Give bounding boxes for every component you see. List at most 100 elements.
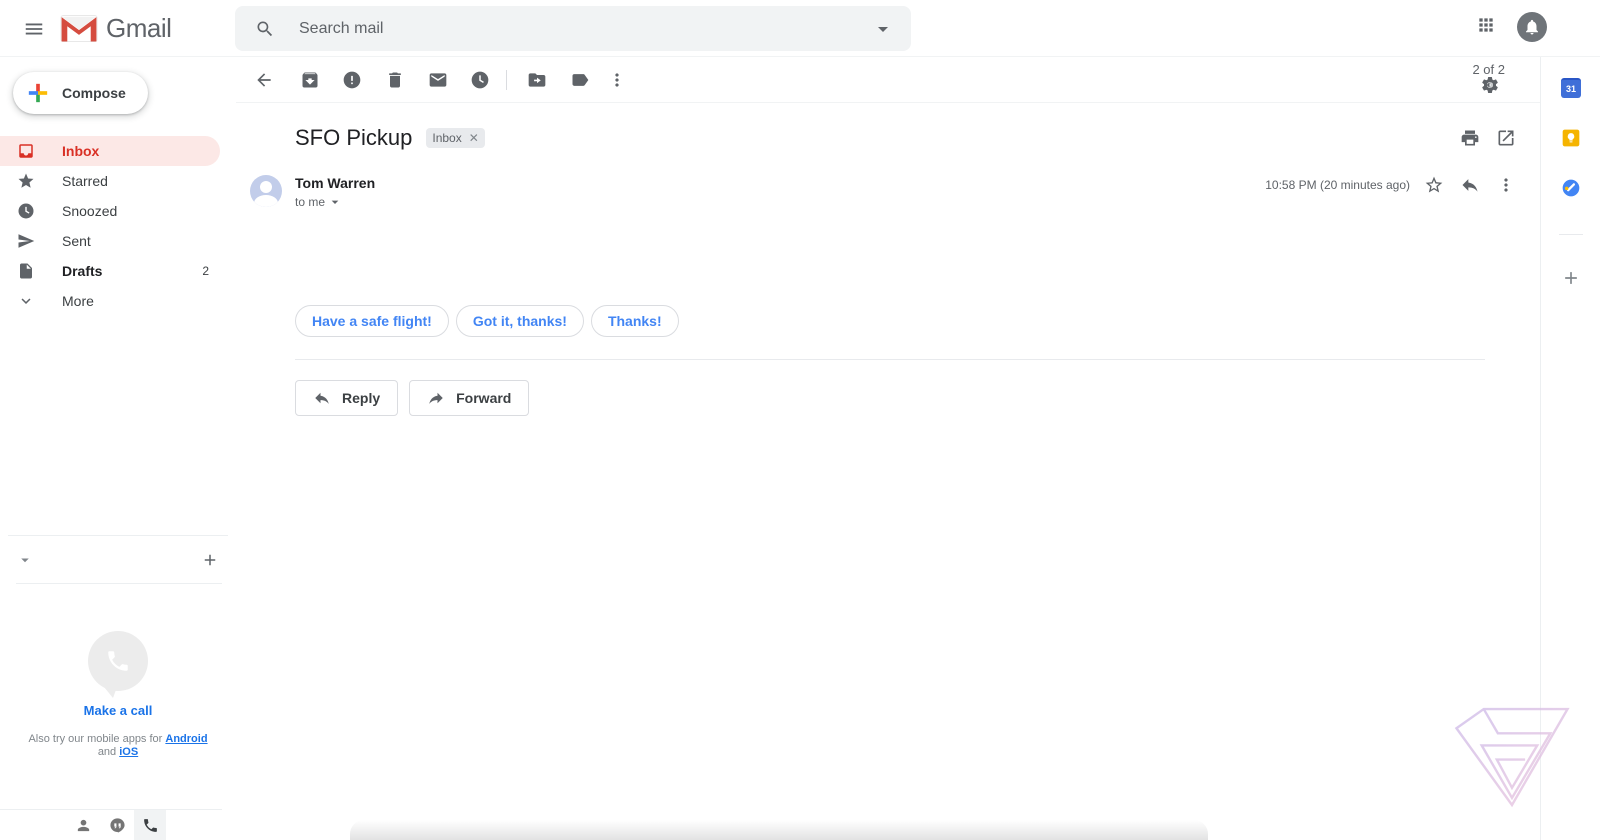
mobile-apps-note: Also try our mobile apps for Android and… <box>26 733 210 759</box>
avatar-silhouette <box>260 181 272 193</box>
sidebar-item-snoozed[interactable]: Snoozed <box>0 196 220 226</box>
app-name: Gmail <box>106 13 171 44</box>
toolbar-right-cluster: 2 of 2 <box>1472 62 1519 77</box>
addons-divider <box>1559 234 1583 235</box>
move-to-icon[interactable] <box>519 62 555 98</box>
reply-button[interactable]: Reply <box>295 380 398 416</box>
recipient-details-toggle[interactable]: to me <box>295 194 343 210</box>
calendar-icon[interactable]: 31 <box>1561 78 1581 98</box>
drafts-count-badge: 2 <box>202 264 209 278</box>
sender-avatar[interactable] <box>250 175 282 207</box>
gmail-envelope-icon <box>60 14 98 43</box>
search-bar[interactable] <box>235 6 911 51</box>
draft-icon <box>17 262 35 280</box>
new-conversation-plus-icon[interactable] <box>198 548 222 572</box>
voice-call-balloon-icon <box>88 631 148 691</box>
ios-link[interactable]: iOS <box>119 746 138 758</box>
subject-actions <box>1452 120 1524 156</box>
settings-gear-icon[interactable] <box>1472 67 1508 103</box>
message-meta: 10:58 PM (20 minutes ago) <box>1265 167 1524 203</box>
reply-button-label: Reply <box>342 390 380 406</box>
inbox-label-chip[interactable]: Inbox ✕ <box>426 128 484 148</box>
compose-button[interactable]: Compose <box>13 72 148 114</box>
message-footer-divider <box>295 359 1485 360</box>
clock-icon <box>17 202 35 220</box>
archive-icon[interactable] <box>292 62 328 98</box>
star-message-icon[interactable] <box>1416 167 1452 203</box>
contacts-tab-person-icon[interactable] <box>67 810 99 840</box>
phone-tab-icon[interactable] <box>134 810 166 840</box>
make-a-call-link[interactable]: Make a call <box>0 703 236 718</box>
sidebar-bottom-tabs <box>0 810 236 840</box>
account-avatar[interactable] <box>1517 12 1547 42</box>
hangouts-panel-divider <box>8 535 228 536</box>
search-input[interactable] <box>287 20 861 38</box>
chevron-down-icon <box>17 292 35 310</box>
main-menu-icon[interactable] <box>12 7 56 51</box>
android-link[interactable]: Android <box>165 733 207 745</box>
show-details-arrow-icon <box>327 194 343 210</box>
folder-nav: Inbox Starred Snoozed Sent Drafts 2 M <box>0 136 236 316</box>
main-content: 2 of 2 SFO Pickup Inbox ✕ Tom Warren <box>236 57 1540 840</box>
email-subject: SFO Pickup <box>295 125 412 151</box>
remove-label-x-icon[interactable]: ✕ <box>469 132 479 144</box>
note-text: Also try our mobile apps for <box>28 733 162 745</box>
back-to-inbox-icon[interactable] <box>246 62 282 98</box>
delete-icon[interactable] <box>377 62 413 98</box>
left-sidebar: Compose Inbox Starred Snoozed Sent Draft… <box>0 57 236 840</box>
gmail-app: Gmail Compose Inbox <box>0 0 1600 840</box>
bell-icon <box>1523 18 1541 36</box>
hangouts-panel-divider-2 <box>16 583 222 584</box>
hangouts-collapse-arrow-icon[interactable] <box>13 548 37 572</box>
timestamp: 10:58 PM (20 minutes ago) <box>1265 178 1410 192</box>
sidebar-item-starred[interactable]: Starred <box>0 166 220 196</box>
report-spam-icon[interactable] <box>334 62 370 98</box>
sidebar-item-label: More <box>62 293 94 309</box>
message-toolbar: 2 of 2 <box>236 57 1540 103</box>
sidebar-item-sent[interactable]: Sent <box>0 226 220 256</box>
note-text: and <box>98 746 116 758</box>
compose-label: Compose <box>62 85 126 101</box>
send-icon <box>17 232 35 250</box>
verge-logo-watermark <box>1450 702 1576 808</box>
sidebar-item-label: Snoozed <box>62 203 117 219</box>
message-actions: Reply Forward <box>295 380 529 416</box>
subject-row: SFO Pickup Inbox ✕ <box>295 119 1524 157</box>
labels-icon[interactable] <box>562 62 598 98</box>
calendar-day: 31 <box>1566 84 1576 94</box>
reply-icon <box>313 389 331 407</box>
google-apps-grid-icon[interactable] <box>1468 7 1504 43</box>
smart-reply-chip[interactable]: Got it, thanks! <box>456 305 584 337</box>
search-options-arrow-icon[interactable] <box>861 7 905 51</box>
sidebar-item-drafts[interactable]: Drafts 2 <box>0 256 220 286</box>
forward-button[interactable]: Forward <box>409 380 529 416</box>
smart-reply-row: Have a safe flight! Got it, thanks! Than… <box>295 305 679 337</box>
snooze-icon[interactable] <box>462 62 498 98</box>
avatar-silhouette <box>254 195 278 207</box>
sidebar-item-more[interactable]: More <box>0 286 220 316</box>
keep-icon[interactable] <box>1561 128 1581 148</box>
hangouts-tab-icon[interactable] <box>101 810 133 840</box>
reply-icon[interactable] <box>1452 167 1488 203</box>
sidebar-item-label: Sent <box>62 233 91 249</box>
sidebar-item-label: Starred <box>62 173 108 189</box>
search-icon[interactable] <box>243 7 287 51</box>
sidebar-item-inbox[interactable]: Inbox <box>0 136 220 166</box>
tasks-icon[interactable] <box>1561 178 1581 198</box>
smart-reply-chip[interactable]: Thanks! <box>591 305 679 337</box>
mark-unread-icon[interactable] <box>420 62 456 98</box>
sender-name: Tom Warren <box>295 175 375 191</box>
chip-label: Inbox <box>432 131 461 145</box>
message-header: Tom Warren to me 10:58 PM (20 minutes ag… <box>236 175 1540 215</box>
open-in-new-icon[interactable] <box>1488 120 1524 156</box>
more-actions-icon[interactable] <box>599 62 635 98</box>
sidebar-item-label: Inbox <box>62 143 99 159</box>
print-icon[interactable] <box>1452 120 1488 156</box>
forward-button-label: Forward <box>456 390 511 406</box>
smart-reply-chip[interactable]: Have a safe flight! <box>295 305 449 337</box>
gmail-logo[interactable]: Gmail <box>60 13 171 44</box>
inbox-icon <box>17 142 35 160</box>
message-more-icon[interactable] <box>1488 167 1524 203</box>
toolbar-divider <box>506 70 507 90</box>
get-addons-plus-icon[interactable] <box>1561 268 1581 288</box>
